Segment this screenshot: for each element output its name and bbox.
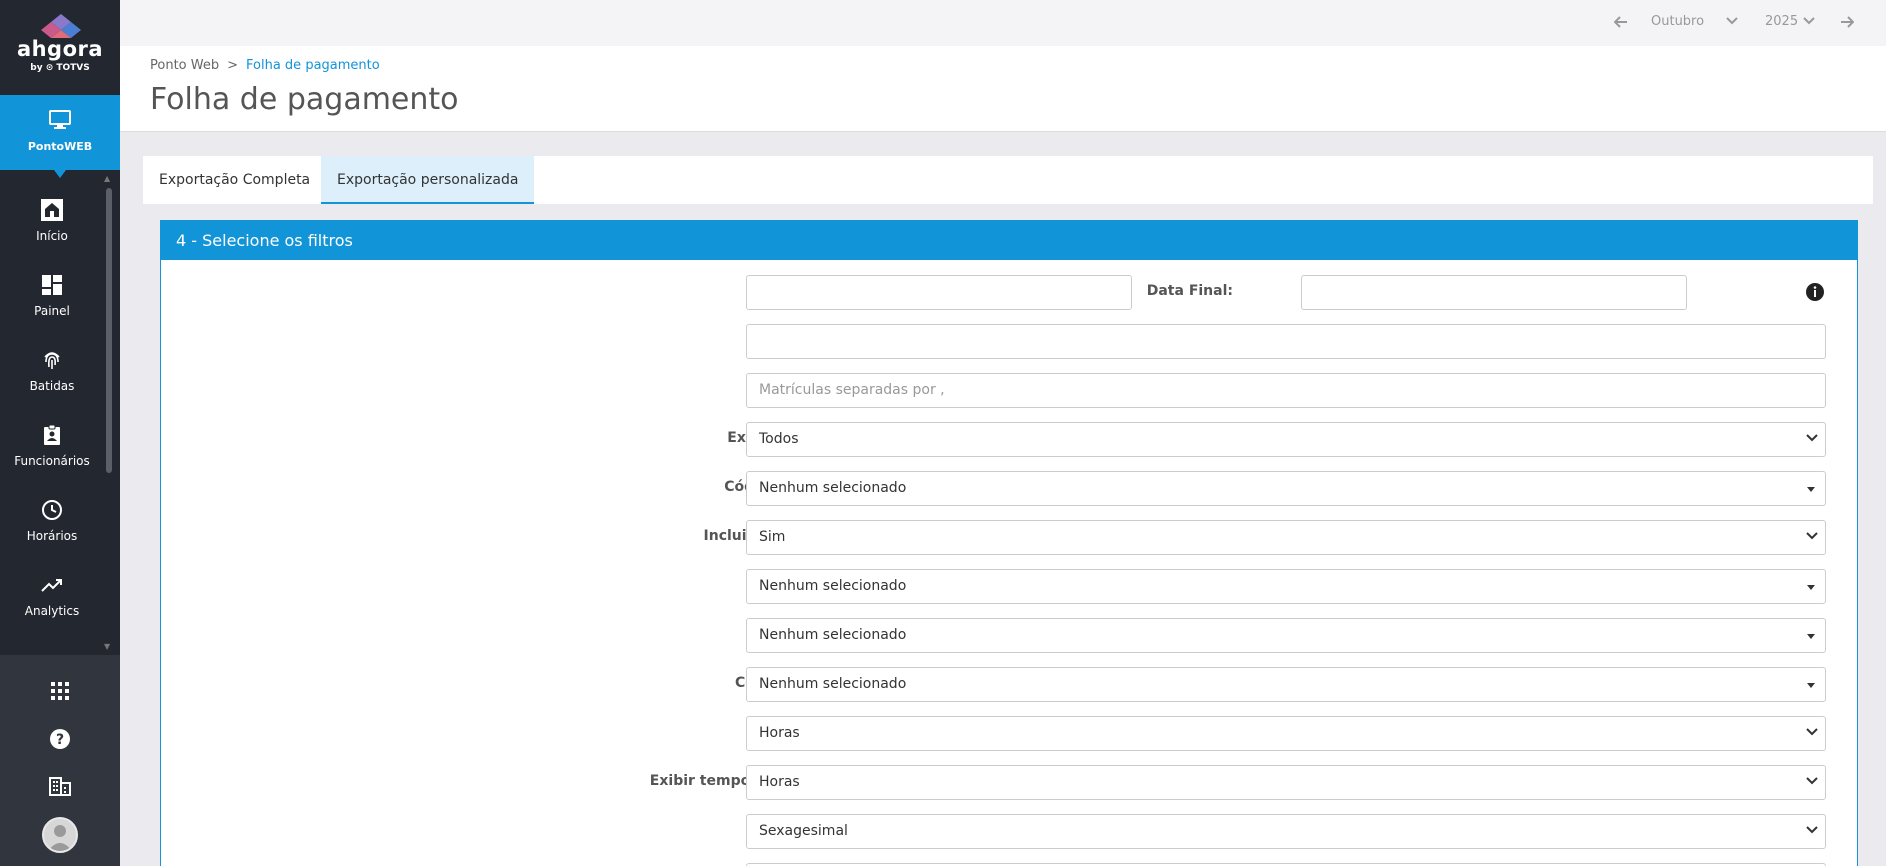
svg-text:?: ? xyxy=(56,732,64,748)
select-value: Nenhum selecionado xyxy=(759,480,907,496)
month-select[interactable]: Outubro xyxy=(1651,14,1704,29)
caret-down-icon xyxy=(1807,585,1815,590)
select-value: Sim xyxy=(759,529,786,545)
select-value: Sexagesimal xyxy=(759,823,848,839)
formato-hora-select[interactable]: Sexagesimal xyxy=(746,814,1826,849)
chevron-down-icon xyxy=(1806,434,1818,442)
tab-exportacao-personalizada[interactable]: Exportação personalizada xyxy=(321,156,535,204)
select-value: Nenhum selecionado xyxy=(759,627,907,643)
breadcrumb-root[interactable]: Ponto Web xyxy=(150,58,219,73)
select-value: Horas xyxy=(759,774,800,790)
fingerprint-icon xyxy=(44,352,60,369)
chevron-down-icon xyxy=(1806,728,1818,736)
data-final-label: Data Final: xyxy=(1146,283,1233,299)
arrow-left-icon[interactable] xyxy=(1614,16,1628,28)
tab-exportacao-completa[interactable]: Exportação Completa xyxy=(143,156,326,204)
scroll-up-arrow[interactable]: ▲ xyxy=(104,174,110,183)
info-icon[interactable] xyxy=(1805,282,1825,302)
select-value: Nenhum selecionado xyxy=(759,676,907,692)
sidebar-scrollbar[interactable] xyxy=(106,188,112,473)
arrow-right-icon[interactable] xyxy=(1840,16,1854,28)
dashboard-icon xyxy=(42,275,62,295)
breadcrumb: Ponto Web > Folha de pagamento xyxy=(150,58,380,73)
select-value: Horas xyxy=(759,725,800,741)
active-app-label: PontoWEB xyxy=(27,140,93,153)
sidebar-item-label: Horários xyxy=(26,529,78,543)
sidebar-item-inicio[interactable]: Início xyxy=(0,191,104,261)
exportar-espelhos-select[interactable]: Todos xyxy=(746,422,1826,457)
caret-down-icon xyxy=(1807,683,1815,688)
trending-up-icon xyxy=(41,579,62,592)
sidebar-item-label: Funcionários xyxy=(14,454,90,468)
sidebar-item-batidas[interactable]: Batidas xyxy=(0,341,104,411)
chevron-down-icon[interactable] xyxy=(1726,17,1738,25)
brand-name: ahgora xyxy=(16,37,104,61)
year-select[interactable]: 2025 xyxy=(1765,14,1798,29)
filters-panel: 4 - Selecione os filtros Data Inicial: D… xyxy=(160,220,1858,866)
sidebar-item-funcionarios[interactable]: Funcionários xyxy=(0,416,104,486)
sidebar-item-analytics[interactable]: Analytics xyxy=(0,566,104,636)
brand-sub: by ⊙ TOTVS xyxy=(30,63,90,73)
help-icon[interactable]: ? xyxy=(47,726,73,752)
monitor-icon xyxy=(49,110,71,129)
quinto-dia-input[interactable] xyxy=(746,324,1826,359)
user-avatar[interactable] xyxy=(42,817,78,853)
chevron-down-icon[interactable] xyxy=(1803,17,1815,25)
sidebar-item-horarios[interactable]: Horários xyxy=(0,491,104,561)
sidebar-item-label: Início xyxy=(36,229,68,243)
sidebar-item-label: Analytics xyxy=(24,604,80,618)
export-tabs: Exportação Completa Exportação personali… xyxy=(143,156,1873,204)
centros-custo-select[interactable]: Nenhum selecionado xyxy=(746,667,1826,702)
clock-icon xyxy=(42,500,62,520)
matricula-input[interactable]: Matrículas separadas por , xyxy=(746,373,1826,408)
select-value: Nenhum selecionado xyxy=(759,578,907,594)
data-final-input[interactable] xyxy=(1301,275,1687,310)
user-icon xyxy=(48,825,72,851)
caret-down-icon xyxy=(1807,634,1815,639)
localizacoes-select[interactable]: Nenhum selecionado xyxy=(746,569,1826,604)
badge-icon xyxy=(44,424,60,445)
incluir-afastamentos-select[interactable]: Sim xyxy=(746,520,1826,555)
sidebar: ahgora by ⊙ TOTVS PontoWEB Início Painel xyxy=(0,0,120,866)
codigos-contabeis-select[interactable]: Nenhum selecionado xyxy=(746,471,1826,506)
scroll-down-arrow[interactable]: ▼ xyxy=(104,642,110,651)
chevron-down-icon xyxy=(1806,777,1818,785)
sidebar-item-painel[interactable]: Painel xyxy=(0,266,104,336)
exibir-tempo-select[interactable]: Horas xyxy=(746,765,1826,800)
page-title: Folha de pagamento xyxy=(150,82,459,117)
select-value: Todos xyxy=(759,431,799,447)
sidebar-item-label: Batidas xyxy=(29,379,75,393)
departamentos-select[interactable]: Nenhum selecionado xyxy=(746,618,1826,653)
caret-down-icon xyxy=(1807,487,1815,492)
app-switch-pontoweb[interactable]: PontoWEB xyxy=(0,95,120,178)
breadcrumb-separator: > xyxy=(227,58,239,73)
sidebar-item-label: Painel xyxy=(34,304,70,318)
exibir-faltas-select[interactable]: Horas xyxy=(746,716,1826,751)
building-icon[interactable] xyxy=(47,773,73,799)
home-icon xyxy=(41,199,63,221)
chevron-down-icon xyxy=(1806,826,1818,834)
brand-logo[interactable]: ahgora by ⊙ TOTVS xyxy=(0,0,120,95)
topbar: Outubro 2025 xyxy=(120,0,1886,46)
breadcrumb-current[interactable]: Folha de pagamento xyxy=(246,58,380,73)
panel-title: 4 - Selecione os filtros xyxy=(161,221,1857,260)
chevron-down-icon xyxy=(1806,532,1818,540)
apps-grid-icon[interactable] xyxy=(47,678,73,704)
page-header: Ponto Web > Folha de pagamento Folha de pa… xyxy=(120,46,1886,132)
